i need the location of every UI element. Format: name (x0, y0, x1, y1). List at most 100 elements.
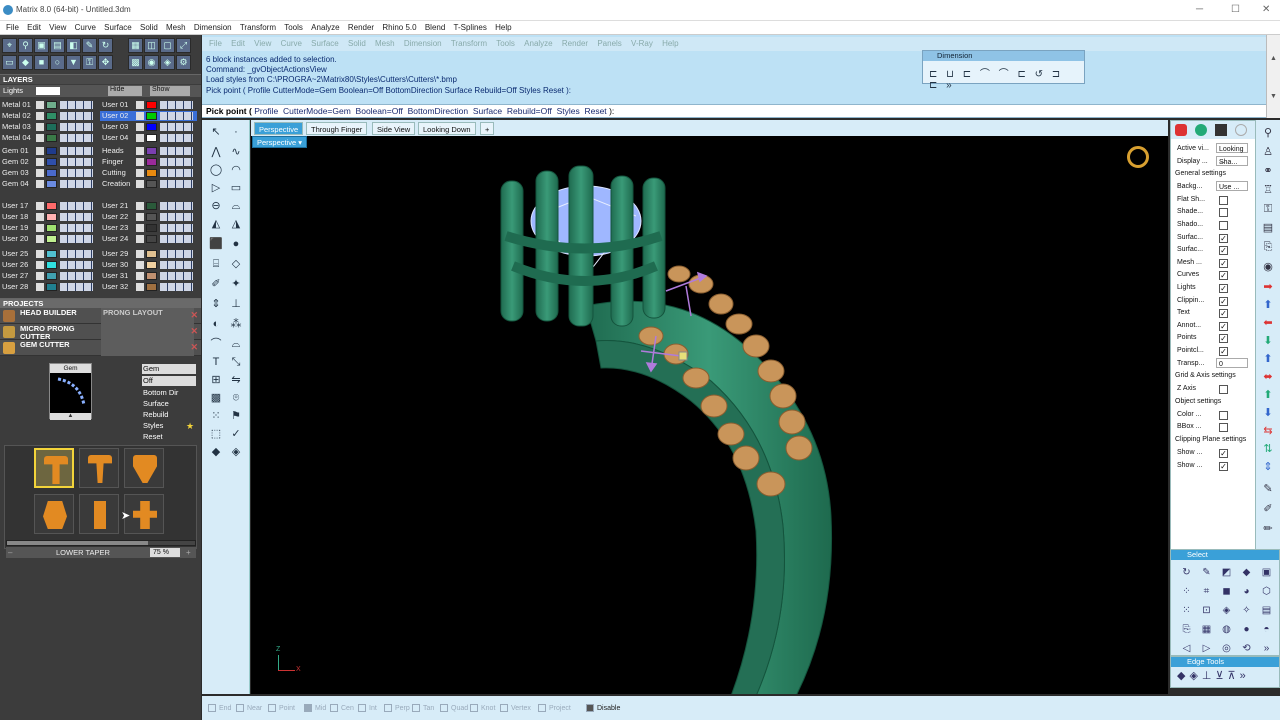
viewport-title[interactable]: Perspective ▾ (252, 136, 308, 148)
tab-looking-down[interactable]: Looking Down (418, 122, 476, 135)
osnap-item[interactable]: Int (358, 704, 377, 713)
layer-color-swatch[interactable] (146, 180, 157, 188)
select-solid-icon[interactable]: ◆ (1237, 564, 1256, 582)
ghost-menu-item[interactable]: Help (662, 37, 678, 51)
layer-toggle-icons[interactable] (60, 180, 93, 188)
layer-visibility-icon[interactable] (136, 235, 144, 243)
layer-color-swatch[interactable] (146, 202, 157, 210)
layer-color-swatch[interactable] (46, 224, 57, 232)
layer-visibility-icon[interactable] (136, 147, 144, 155)
taper-slider-track[interactable] (6, 540, 196, 546)
scroll-down-icon[interactable]: ▼ (1270, 93, 1277, 100)
array-icon[interactable]: ⊞ (208, 372, 224, 388)
layer-row[interactable]: Gem 02 (0, 157, 97, 167)
layer-visibility-icon[interactable] (36, 158, 44, 166)
pen-icon[interactable]: ✎ (82, 38, 97, 53)
ghost-menu-item[interactable]: Edit (231, 37, 245, 51)
osnap-checkbox[interactable] (208, 704, 216, 713)
select-mesh-icon[interactable]: ▦ (1197, 621, 1216, 639)
layer-color-swatch[interactable] (46, 202, 57, 210)
layer-row[interactable]: User 04 (100, 133, 197, 143)
layer-visibility-icon[interactable] (36, 261, 44, 269)
property-checkbox[interactable]: ✓ (1219, 449, 1228, 458)
tab-perspective[interactable]: Perspective (254, 122, 304, 135)
offset-icon[interactable]: ⌓ (228, 198, 244, 214)
current-layer-swatch[interactable] (36, 87, 60, 95)
layer-row[interactable]: User 21 (100, 201, 197, 211)
layer-row[interactable]: Gem 01 (0, 146, 97, 156)
align-icon[interactable]: ⊥ (228, 296, 244, 312)
osnap-checkbox[interactable] (330, 704, 338, 713)
move-icon[interactable]: ✥ (98, 55, 113, 70)
display-icon[interactable] (1215, 124, 1227, 136)
osnap-checkbox[interactable] (236, 704, 244, 713)
layer-visibility-icon[interactable] (36, 224, 44, 232)
sweep-icon[interactable]: ◮ (228, 216, 244, 232)
menu-file[interactable]: File (6, 21, 19, 35)
layer-visibility-icon[interactable] (136, 250, 144, 258)
layer-color-swatch[interactable] (146, 147, 157, 155)
osnap-item[interactable]: Knot (470, 704, 495, 713)
help-icon[interactable] (1235, 124, 1247, 136)
layer-color-swatch[interactable] (146, 134, 157, 142)
layer-visibility-icon[interactable] (36, 235, 44, 243)
option-boolean[interactable]: Boolean=Off (356, 106, 403, 116)
layer-row[interactable]: Metal 04 (0, 133, 97, 143)
reset-option[interactable]: Reset (142, 432, 196, 442)
copy-icon[interactable]: ⎘ (1260, 240, 1276, 254)
layer-row[interactable]: Gem 03 (0, 168, 97, 178)
pin-icon[interactable]: ⚲ (1260, 126, 1276, 140)
layer-visibility-icon[interactable] (136, 101, 144, 109)
box-solid-icon[interactable]: ⬛ (208, 236, 224, 252)
curve-icon[interactable]: ∿ (228, 144, 244, 160)
layer-visibility-icon[interactable] (36, 134, 44, 142)
ring-tool-icon[interactable]: ⚭ (1260, 164, 1276, 178)
property-checkbox[interactable] (1219, 208, 1228, 218)
layer-row[interactable]: Metal 02 (0, 111, 97, 121)
layer-toggle-icons[interactable] (160, 202, 193, 210)
layer-row[interactable]: User 26 (0, 260, 97, 270)
layer-row[interactable]: User 32 (100, 282, 197, 292)
layer-color-swatch[interactable] (146, 213, 157, 221)
select-light-icon[interactable]: ✧ (1237, 602, 1256, 620)
arrows-vertical-icon[interactable]: ⇅ (1260, 442, 1276, 456)
option-surface[interactable]: Surface (473, 106, 502, 116)
bulb-icon[interactable]: ♙ (1260, 145, 1276, 159)
layer-row[interactable]: User 18 (0, 212, 97, 222)
sphere-icon[interactable]: ● (228, 236, 244, 252)
ghost-menu-item[interactable]: Curve (281, 37, 302, 51)
menu-curve[interactable]: Curve (75, 21, 96, 35)
layer-row[interactable]: User 24 (100, 234, 197, 244)
layer-visibility-icon[interactable] (136, 283, 144, 291)
layer-toggle-icons[interactable] (60, 134, 93, 142)
option-bottomdirection[interactable]: BottomDirection (408, 106, 468, 116)
select-poly-icon[interactable]: ⬡ (1257, 583, 1276, 601)
close-icon[interactable]: ✕ (190, 342, 198, 353)
layer-visibility-icon[interactable] (36, 283, 44, 291)
tab-side-view[interactable]: Side View (372, 122, 416, 135)
layer-toggle-icons[interactable] (160, 213, 193, 221)
layer-toggle-icons[interactable] (60, 283, 93, 291)
ghost-menu-item[interactable]: View (254, 37, 271, 51)
osnap-checkbox[interactable] (586, 704, 594, 713)
layer-color-swatch[interactable] (46, 272, 57, 280)
layer-visibility-icon[interactable] (136, 134, 144, 142)
select-color-icon[interactable]: ◕ (1237, 583, 1256, 601)
layer-toggle-icons[interactable] (160, 261, 193, 269)
osnap-checkbox[interactable] (412, 704, 420, 713)
point-icon[interactable]: · (228, 124, 244, 140)
select-ball-icon[interactable]: ● (1237, 621, 1256, 639)
osnap-checkbox[interactable] (500, 704, 508, 713)
property-checkbox[interactable]: ✓ (1219, 461, 1228, 471)
cutter-style-4[interactable] (34, 494, 74, 534)
increase-icon[interactable]: + (186, 547, 191, 558)
ellipse-icon[interactable]: ⊖ (208, 198, 224, 214)
layer-visibility-icon[interactable] (136, 272, 144, 280)
layer-visibility-icon[interactable] (136, 180, 144, 188)
layer-color-swatch[interactable] (146, 235, 157, 243)
menu-help[interactable]: Help (495, 21, 511, 35)
ghost-menu-item[interactable]: Analyze (524, 37, 552, 51)
layer-toggle-icons[interactable] (160, 101, 193, 109)
material-icon[interactable]: ◈ (160, 55, 175, 70)
property-checkbox[interactable]: ✓ (1219, 258, 1228, 268)
